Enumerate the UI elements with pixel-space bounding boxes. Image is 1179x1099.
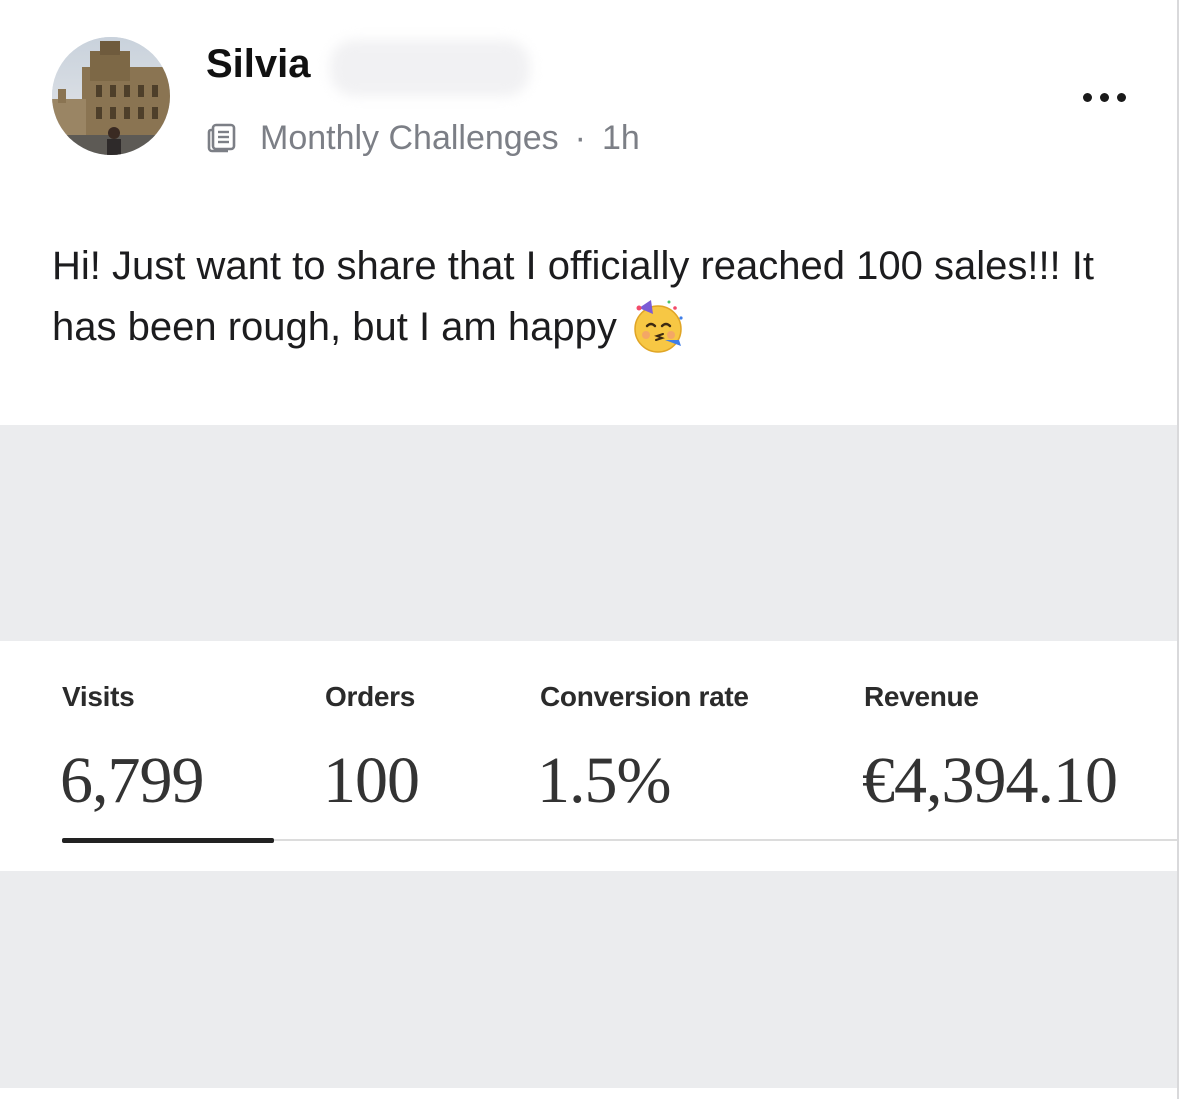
tab-baseline (274, 839, 1179, 841)
group-link[interactable]: Monthly Challenges (260, 119, 559, 158)
stat-value-visits: 6,799 (60, 744, 204, 817)
more-horizontal-icon (1082, 92, 1092, 102)
post-timestamp: 1h (601, 118, 640, 157)
stat-label-conversion-rate: Conversion rate (540, 681, 749, 712)
feed-icon (207, 123, 236, 153)
post-meta: Monthly Challenges · 1h (206, 116, 640, 160)
stat-label-orders: Orders (325, 681, 416, 712)
partying-face-emoji (634, 300, 683, 353)
stat-value-conversion-rate: 1.5% (537, 744, 671, 817)
meta-separator: · (574, 118, 586, 157)
card-bottom (0, 1088, 1179, 1099)
stat-label-revenue: Revenue (864, 681, 979, 712)
stat-label-visits: Visits (62, 681, 135, 712)
post-body-text: Hi! Just want to share that I officially… (52, 244, 1095, 349)
more-horizontal-icon-dot (1099, 92, 1109, 102)
avatar-photo (52, 37, 170, 155)
attached-image[interactable]: Visits Orders Conversion rate Revenue 6,… (0, 425, 1179, 1088)
stat-value-revenue: €4,394.10 (862, 744, 1118, 817)
redacted-last-name (330, 40, 530, 96)
post-body: Hi! Just want to share that I officially… (52, 236, 1142, 357)
more-horizontal-icon-dot (1116, 92, 1126, 102)
avatar[interactable] (52, 37, 170, 155)
post-card: Silvia Monthly Challenges · 1h Hi! Just … (0, 0, 1179, 1099)
author-name[interactable]: Silvia (206, 40, 311, 88)
more-options-button[interactable] (1076, 80, 1132, 114)
stat-value-orders: 100 (323, 744, 420, 817)
stats-strip: Visits Orders Conversion rate Revenue 6,… (0, 641, 1179, 871)
selected-tab-underline (62, 838, 274, 843)
